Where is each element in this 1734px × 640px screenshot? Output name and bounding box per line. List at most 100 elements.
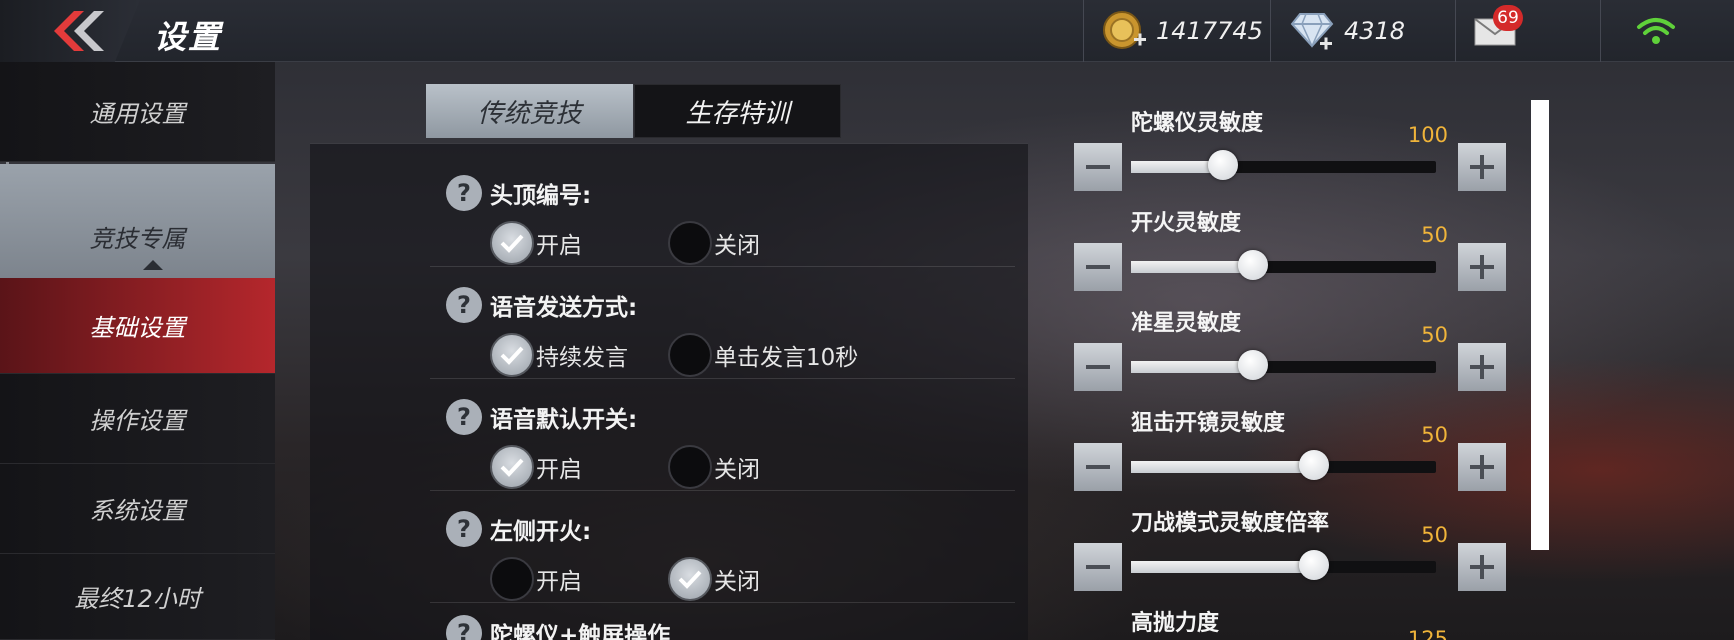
question-icon[interactable]: ? xyxy=(446,615,482,640)
option-off[interactable]: 关闭 xyxy=(668,221,760,265)
mail-count-badge: 69 xyxy=(1493,5,1523,31)
back-button[interactable] xyxy=(0,0,140,62)
increase-button[interactable] xyxy=(1458,243,1506,291)
divider xyxy=(1270,0,1271,62)
sidebar-item-general[interactable]: 通用设置 xyxy=(0,62,275,162)
minus-icon xyxy=(1086,465,1110,469)
increase-button[interactable] xyxy=(1458,343,1506,391)
gold-balance[interactable]: 1417745 xyxy=(1102,0,1263,62)
slider-label: 高抛力度 xyxy=(1131,611,1220,636)
slider-handle[interactable] xyxy=(1207,150,1238,180)
tab-traditional[interactable]: 传统竞技 xyxy=(426,84,633,138)
decrease-button[interactable] xyxy=(1074,343,1122,391)
decrease-button[interactable] xyxy=(1074,243,1122,291)
question-icon[interactable]: ? xyxy=(446,511,482,547)
option-label: 关闭 xyxy=(714,569,760,595)
diamond-balance[interactable]: 4318 xyxy=(1288,0,1405,62)
decrease-button[interactable] xyxy=(1074,443,1122,491)
slider-handle[interactable] xyxy=(1238,250,1268,280)
sensitivity-sniper-scope: 狙击开镜灵敏度 50 xyxy=(1074,405,1506,505)
plus-icon xyxy=(1470,355,1494,379)
diamond-icon xyxy=(1290,13,1334,50)
slider-value: 125 xyxy=(1407,627,1448,640)
plus-icon xyxy=(1470,155,1494,179)
right-scrollbar[interactable] xyxy=(1531,100,1549,550)
increase-button[interactable] xyxy=(1458,543,1506,591)
slider-track[interactable] xyxy=(1131,550,1436,580)
slider-fill xyxy=(1131,361,1253,373)
option-label: 开启 xyxy=(536,457,582,483)
increase-button[interactable] xyxy=(1458,443,1506,491)
option-on[interactable]: 开启 xyxy=(490,557,582,601)
slider-value: 50 xyxy=(1421,223,1448,247)
decrease-button[interactable] xyxy=(1074,143,1122,191)
slider-handle[interactable] xyxy=(1238,350,1268,380)
option-on[interactable]: 开启 xyxy=(490,445,582,489)
slider-track[interactable] xyxy=(1131,250,1436,280)
sensitivity-gyro: 陀螺仪灵敏度 100 xyxy=(1074,105,1506,205)
check-icon xyxy=(500,346,524,365)
check-icon xyxy=(500,458,524,477)
slider-track[interactable] xyxy=(1131,450,1436,480)
setting-label: 陀螺仪+触屏操作 xyxy=(490,623,671,640)
sensitivity-crosshair: 准星灵敏度 50 xyxy=(1074,305,1506,405)
divider xyxy=(1600,0,1601,62)
radio-checked[interactable] xyxy=(490,445,534,489)
option-label: 关闭 xyxy=(714,457,760,483)
option-single-click[interactable]: 单击发言10秒 xyxy=(668,333,858,377)
setting-voice-send-mode: ? 语音发送方式: 持续发言 单击发言10秒 xyxy=(430,267,1015,379)
slider-value: 100 xyxy=(1407,123,1448,147)
minus-icon xyxy=(1086,365,1110,369)
radio-checked[interactable] xyxy=(490,333,534,377)
option-off[interactable]: 关闭 xyxy=(668,557,760,601)
increase-button[interactable] xyxy=(1458,143,1506,191)
check-icon xyxy=(678,570,702,589)
slider-track[interactable] xyxy=(1131,150,1436,180)
setting-head-number: ? 头顶编号: 开启 关闭 xyxy=(430,155,1015,267)
slider-label: 刀战模式灵敏度倍率 xyxy=(1131,511,1330,536)
check-icon xyxy=(500,234,524,253)
radio-checked[interactable] xyxy=(490,221,534,265)
sensitivity-throw-force: 高抛力度 125 xyxy=(1074,605,1506,640)
radio-unchecked[interactable] xyxy=(490,557,534,601)
question-icon[interactable]: ? xyxy=(446,287,482,323)
setting-label: 头顶编号: xyxy=(490,183,592,209)
diamond-value: 4318 xyxy=(1344,17,1406,45)
top-bar: 设置 1417745 4318 69 xyxy=(0,0,1734,62)
minus-icon xyxy=(1086,265,1110,269)
sidebar-item-basic[interactable]: 基础设置 xyxy=(0,278,275,374)
option-continuous[interactable]: 持续发言 xyxy=(490,333,628,377)
radio-unchecked[interactable] xyxy=(668,221,712,265)
option-on[interactable]: 开启 xyxy=(490,221,582,265)
question-icon[interactable]: ? xyxy=(446,175,482,211)
slider-value: 50 xyxy=(1421,523,1448,547)
wifi-status xyxy=(1636,0,1676,62)
sensitivity-fire: 开火灵敏度 50 xyxy=(1074,205,1506,305)
sidebar: 通用设置 竞技专属 基础设置 操作设置 系统设置 最终12小时 xyxy=(0,62,275,640)
divider xyxy=(1455,0,1456,62)
question-icon[interactable]: ? xyxy=(446,399,482,435)
slider-label: 准星灵敏度 xyxy=(1131,311,1242,336)
gold-coin-icon xyxy=(1103,11,1146,49)
setting-label: 左侧开火: xyxy=(490,519,592,545)
slider-handle[interactable] xyxy=(1299,450,1329,480)
slider-label: 狙击开镜灵敏度 xyxy=(1131,411,1286,436)
radio-checked[interactable] xyxy=(668,557,712,601)
setting-label: 语音默认开关: xyxy=(490,407,638,433)
slider-handle[interactable] xyxy=(1299,550,1329,580)
tab-survival[interactable]: 生存特训 xyxy=(634,84,841,138)
option-label: 关闭 xyxy=(714,233,760,259)
divider xyxy=(1083,0,1084,62)
expand-caret-icon xyxy=(143,260,163,270)
sidebar-item-system[interactable]: 系统设置 xyxy=(0,464,275,554)
slider-fill xyxy=(1131,461,1314,473)
sidebar-item-controls[interactable]: 操作设置 xyxy=(0,374,275,464)
slider-track[interactable] xyxy=(1131,350,1436,380)
setting-label: 语音发送方式: xyxy=(490,295,638,321)
radio-unchecked[interactable] xyxy=(668,445,712,489)
radio-unchecked[interactable] xyxy=(668,333,712,377)
sidebar-item-final12h[interactable]: 最终12小时 xyxy=(0,554,275,640)
decrease-button[interactable] xyxy=(1074,543,1122,591)
option-off[interactable]: 关闭 xyxy=(668,445,760,489)
gold-value: 1417745 xyxy=(1156,17,1263,45)
